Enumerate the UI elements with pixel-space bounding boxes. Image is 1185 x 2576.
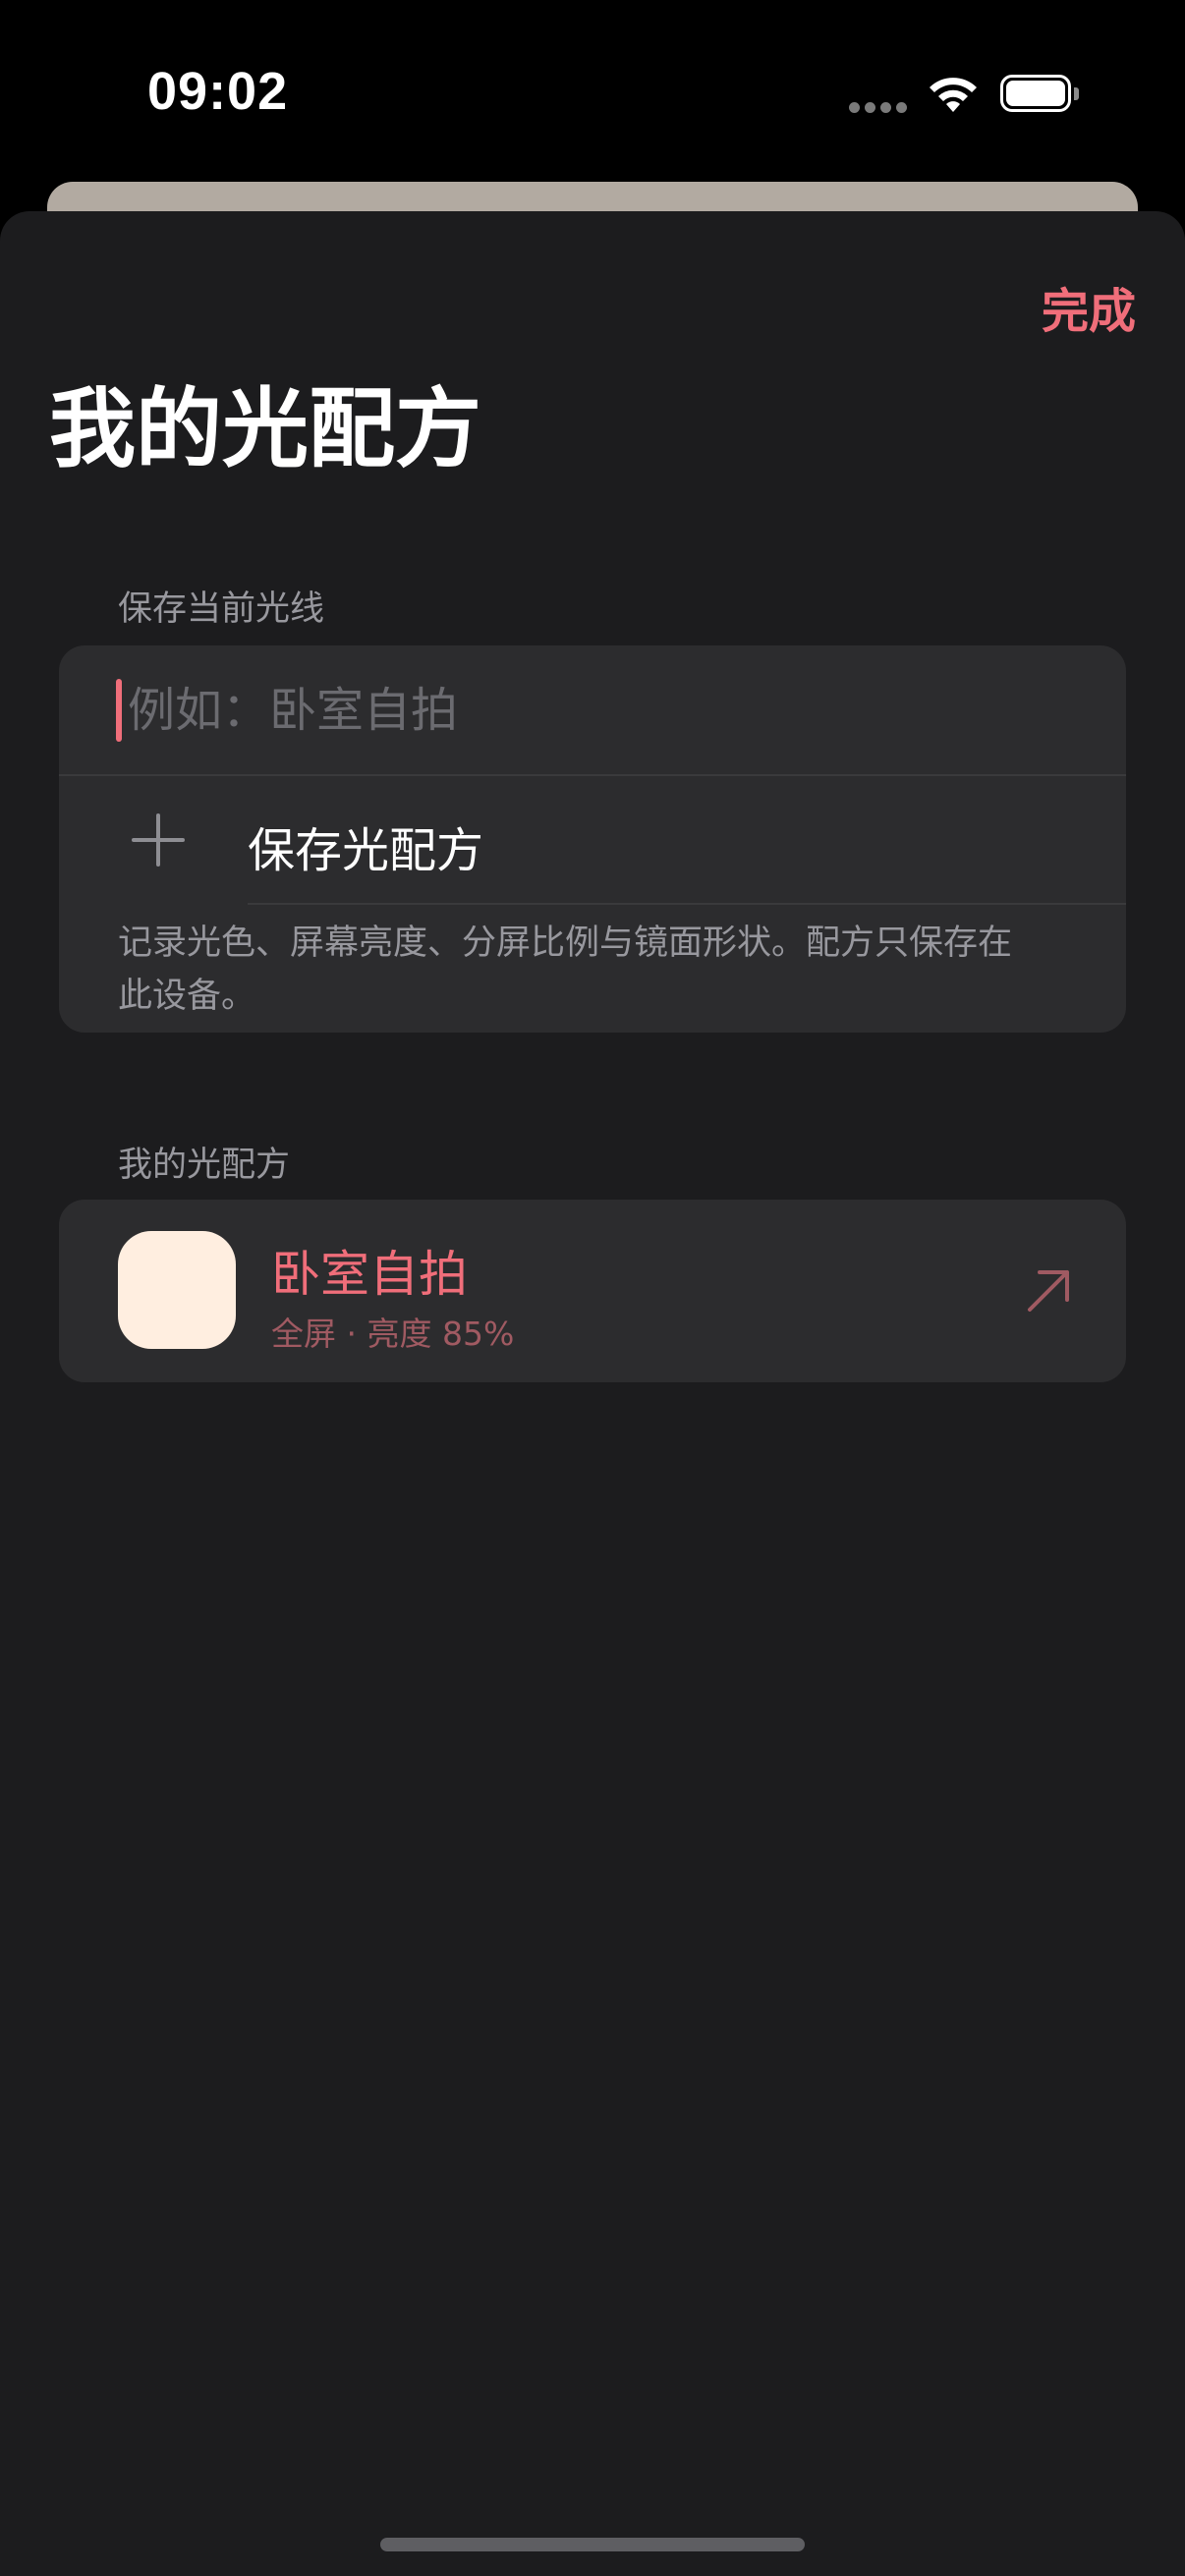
cellular-signal-icon — [849, 102, 908, 114]
save-recipe-button[interactable]: 保存光配方 — [59, 776, 1126, 904]
color-swatch — [118, 1231, 236, 1349]
battery-icon — [1000, 75, 1081, 116]
name-row — [59, 645, 1126, 775]
save-footnote: 记录光色、屏幕亮度、分屏比例与镜面形状。配方只保存在此设备。 — [118, 924, 1013, 1016]
page-title: 我的光配方 — [49, 378, 482, 479]
recipe-name: 卧室自拍 — [271, 1246, 468, 1303]
screen: 09:02 完成 我的光配方 保存当前光线 例如：卧室自拍 保存光配方 记录光色… — [0, 0, 1185, 2576]
wifi-icon — [930, 78, 977, 112]
list-item[interactable]: 卧室自拍 全屏 · 亮度 85% — [59, 1200, 1126, 1381]
arrow-up-right-icon[interactable] — [1022, 1262, 1077, 1317]
plus-icon — [132, 813, 185, 867]
recipes-section-header: 我的光配方 — [118, 1146, 291, 1185]
recipes-list: 卧室自拍 全屏 · 亮度 85% — [59, 1200, 1126, 1382]
save-group: 保存光配方 记录光色、屏幕亮度、分屏比例与镜面形状。配方只保存在此设备。 — [59, 645, 1126, 1033]
recipe-name-input[interactable] — [120, 671, 1071, 750]
status-time: 09:02 — [147, 62, 289, 121]
divider — [248, 903, 1126, 905]
done-button[interactable]: 完成 — [1042, 272, 1136, 341]
home-indicator[interactable] — [380, 2538, 805, 2551]
recipe-detail: 全屏 · 亮度 85% — [271, 1315, 515, 1353]
save-recipe-label: 保存光配方 — [248, 823, 484, 878]
recipes-sheet: 完成 我的光配方 保存当前光线 保存光配方 记录光色、屏幕亮度、分屏比例与镜面形… — [0, 211, 1185, 2576]
save-section-header: 保存当前光线 — [118, 589, 325, 629]
